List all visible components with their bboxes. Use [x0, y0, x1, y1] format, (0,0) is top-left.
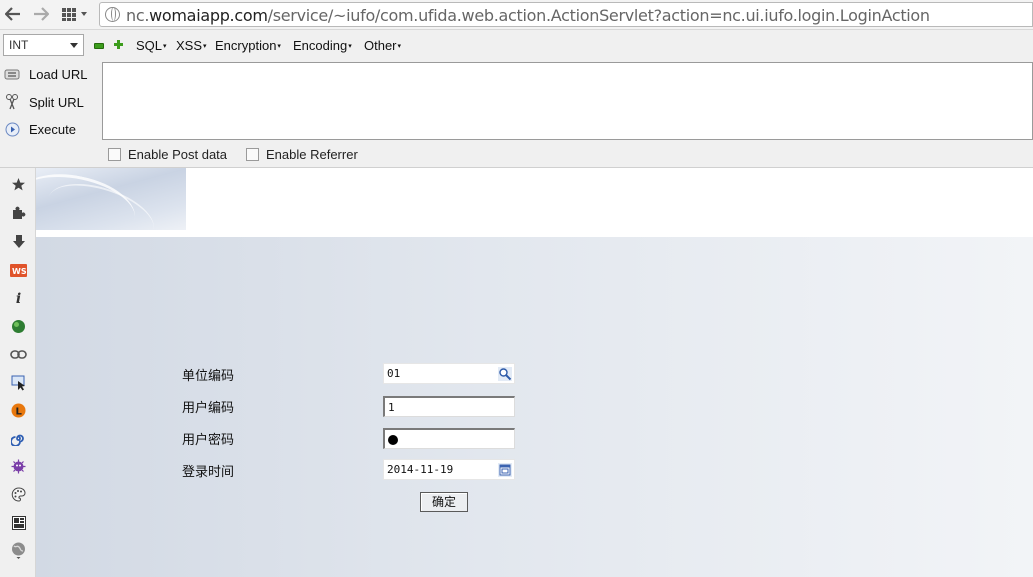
referrer-checkbox-box[interactable] [246, 148, 259, 161]
scissors-icon [4, 94, 20, 110]
spiral-icon[interactable] [10, 430, 27, 447]
star-icon[interactable] [10, 176, 27, 193]
enable-referrer-checkbox[interactable]: Enable Referrer [246, 147, 358, 162]
magnifier-icon[interactable] [496, 365, 513, 382]
info-icon[interactable]: i [10, 290, 27, 307]
pointer-icon[interactable] [10, 374, 27, 391]
calendar-icon[interactable] [496, 461, 513, 478]
menu-encoding[interactable]: Encoding▾ [293, 38, 352, 53]
forward-arrow-icon[interactable] [31, 4, 51, 24]
menu-xss[interactable]: XSS▾ [176, 38, 207, 53]
password-mask-dot [388, 435, 398, 445]
url-textarea[interactable] [102, 62, 1033, 140]
hackbar-panel: Load URL Split URL Execute Enable Post d… [0, 61, 1033, 168]
menu-encryption[interactable]: Encryption▾ [215, 38, 281, 53]
split-url-button[interactable]: Split URL [4, 91, 84, 113]
type-select[interactable]: INT [3, 34, 84, 56]
login-time-input[interactable]: 2014-11-19 [383, 459, 515, 480]
user-code-input[interactable]: 1 [383, 396, 515, 417]
address-bar[interactable]: nc.womaiapp.com/service/~iufo/com.ufida.… [99, 2, 1033, 27]
chain-icon[interactable] [10, 346, 27, 363]
browser-nav-bar: nc.womaiapp.com/service/~iufo/com.ufida.… [0, 0, 1033, 30]
post-checkbox-box[interactable] [108, 148, 121, 161]
puzzle-icon[interactable] [10, 204, 27, 221]
user-code-label: 用户编码 [182, 401, 235, 416]
unit-code-input[interactable]: 01 [383, 363, 515, 384]
unit-code-label: 单位编码 [182, 369, 235, 384]
menu-other[interactable]: Other▾ [364, 38, 401, 53]
enable-post-checkbox[interactable]: Enable Post data [108, 147, 227, 162]
header-strip [36, 168, 1033, 237]
execute-button[interactable]: Execute [4, 118, 76, 140]
extension-sidebar: WS i L [0, 168, 36, 577]
bug-icon[interactable] [10, 458, 27, 475]
address-domain: womaiapp.com [149, 6, 268, 25]
page-content: 单位编码 01 用户编码 1 用户密码 登录时间 2014-11-19 确定 [36, 168, 1033, 577]
globe-icon [105, 7, 120, 22]
palette-icon[interactable] [10, 486, 27, 503]
l-badge-icon[interactable]: L [10, 402, 27, 419]
back-arrow-icon[interactable] [3, 4, 23, 24]
load-url-button[interactable]: Load URL [4, 63, 88, 85]
svg-text:L: L [16, 407, 23, 418]
dropdown-arrow-icon [70, 43, 78, 48]
menu-sql[interactable]: SQL▾ [136, 38, 167, 53]
header-banner [36, 168, 186, 230]
increase-icon[interactable] [114, 40, 123, 49]
confirm-button[interactable]: 确定 [420, 492, 468, 512]
svg-text:WS: WS [12, 267, 27, 276]
address-url: nc.womaiapp.com/service/~iufo/com.ufida.… [126, 6, 930, 25]
download-icon[interactable] [10, 233, 27, 250]
load-url-icon [4, 66, 20, 82]
grid-icon[interactable] [10, 514, 27, 531]
password-input[interactable] [383, 428, 515, 449]
login-time-label: 登录时间 [182, 465, 235, 480]
decrease-icon[interactable] [94, 40, 104, 49]
hackbar-toolbar: INT SQL▾ XSS▾ Encryption▾ Encoding▾ Othe… [0, 30, 1033, 61]
password-label: 用户密码 [182, 433, 235, 448]
ws-icon[interactable]: WS [10, 262, 27, 279]
apps-grid-icon[interactable] [60, 4, 90, 24]
green-ball-icon[interactable] [10, 318, 27, 335]
play-icon [4, 121, 20, 137]
globe-icon[interactable] [10, 542, 27, 559]
